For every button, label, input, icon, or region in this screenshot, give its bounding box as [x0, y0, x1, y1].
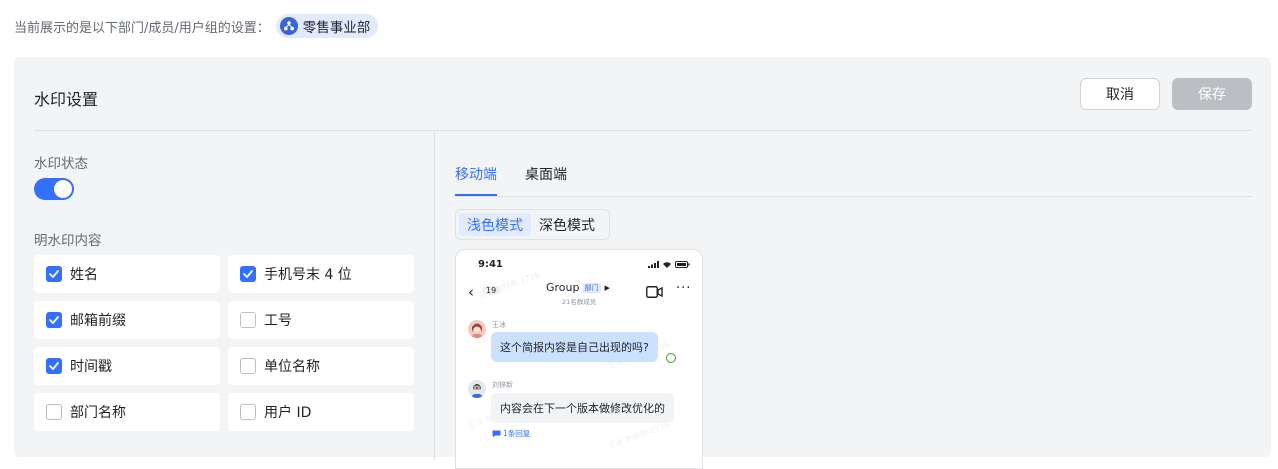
option-label: 用户 ID [264, 405, 312, 421]
checkbox[interactable] [46, 266, 62, 282]
option-company-name[interactable]: 单位名称 [228, 347, 414, 385]
option-label: 手机号末 4 位 [264, 267, 352, 283]
reply-icon [492, 430, 501, 437]
checkbox[interactable] [240, 358, 256, 374]
divider-vertical [434, 130, 435, 460]
avatar [468, 380, 486, 398]
option-label: 邮箱前缀 [70, 313, 126, 329]
option-employee-id[interactable]: 工号 [228, 301, 414, 339]
option-label: 部门名称 [70, 405, 126, 421]
checkbox[interactable] [240, 312, 256, 328]
tab-mobile[interactable]: 移动端 [455, 164, 497, 184]
option-label: 单位名称 [264, 359, 320, 375]
option-name[interactable]: 姓名 [34, 255, 220, 293]
watermark-status-toggle[interactable] [34, 178, 74, 200]
unread-count: 19 [482, 286, 501, 295]
panel-title: 水印设置 [34, 90, 99, 109]
theme-mode-switch: 浅色模式 深色模式 [455, 209, 610, 240]
scope-bar: 当前展示的是以下部门/成员/用户组的设置： 零售事业部 [14, 14, 379, 38]
reply-count: 1条回复 [503, 429, 531, 438]
reply-link[interactable]: 1条回复 [492, 428, 530, 439]
light-mode-option[interactable]: 浅色模式 [459, 213, 531, 236]
watermark-settings-panel: 水印设置 取消 保存 水印状态 明水印内容 移动端 桌面端 浅色模式 深色模式 … [14, 57, 1271, 469]
group-title: Group 部门 ▶ [546, 281, 610, 294]
department-icon [279, 17, 298, 35]
battery-icon [675, 261, 690, 268]
mobile-preview: 王冰 刘锌新 2736 王冰 刘锌新 2736 王冰 刘锌新 2736 王冰 刘… [455, 249, 703, 469]
option-timestamp[interactable]: 时间戳 [34, 347, 220, 385]
dark-mode-option[interactable]: 深色模式 [531, 213, 603, 236]
phone-status-icons [648, 261, 690, 268]
option-department-name[interactable]: 部门名称 [34, 393, 220, 431]
more-icon[interactable]: ··· [676, 281, 691, 296]
option-label: 工号 [264, 313, 292, 329]
video-call-icon[interactable] [646, 286, 663, 298]
toggle-knob [54, 180, 72, 198]
avatar [468, 320, 486, 338]
content-label: 明水印内容 [34, 233, 102, 249]
checkbox[interactable] [240, 266, 256, 282]
option-phone-last4[interactable]: 手机号末 4 位 [228, 255, 414, 293]
checkbox[interactable] [240, 404, 256, 420]
option-user-id[interactable]: 用户 ID [228, 393, 414, 431]
message-bubble: 内容会在下一个版本做修改优化的 [491, 393, 674, 423]
cancel-button[interactable]: 取消 [1080, 78, 1160, 110]
option-label: 时间戳 [70, 359, 112, 375]
back-icon[interactable]: ‹ [468, 283, 474, 301]
tab-divider [455, 196, 1252, 197]
scope-label: 当前展示的是以下部门/成员/用户组的设置： [14, 20, 270, 36]
read-status-icon [666, 353, 676, 363]
group-members: 21名群成员 [562, 298, 597, 306]
save-button[interactable]: 保存 [1172, 78, 1252, 110]
phone-time: 9:41 [478, 259, 503, 270]
signal-icon [648, 261, 659, 268]
sender-name: 刘锌新 [492, 381, 513, 389]
option-label: 姓名 [70, 267, 98, 283]
message-bubble: 这个简报内容是自己出现的吗? [491, 332, 658, 362]
watermark-text: 王冰 刘锌新 2736 [606, 420, 672, 451]
checkbox[interactable] [46, 312, 62, 328]
department-name: 零售事业部 [302, 20, 371, 36]
option-email-prefix[interactable]: 邮箱前缀 [34, 301, 220, 339]
sender-name: 王冰 [492, 321, 506, 329]
group-name: Group [546, 281, 580, 294]
wifi-icon [663, 262, 671, 268]
checkbox[interactable] [46, 358, 62, 374]
divider [34, 130, 1252, 131]
group-tag: 部门 [582, 282, 601, 293]
checkbox[interactable] [46, 404, 62, 420]
department-chip[interactable]: 零售事业部 [275, 14, 379, 38]
status-label: 水印状态 [34, 156, 88, 172]
caret-right-icon: ▶ [604, 283, 610, 292]
tab-desktop[interactable]: 桌面端 [525, 164, 567, 184]
